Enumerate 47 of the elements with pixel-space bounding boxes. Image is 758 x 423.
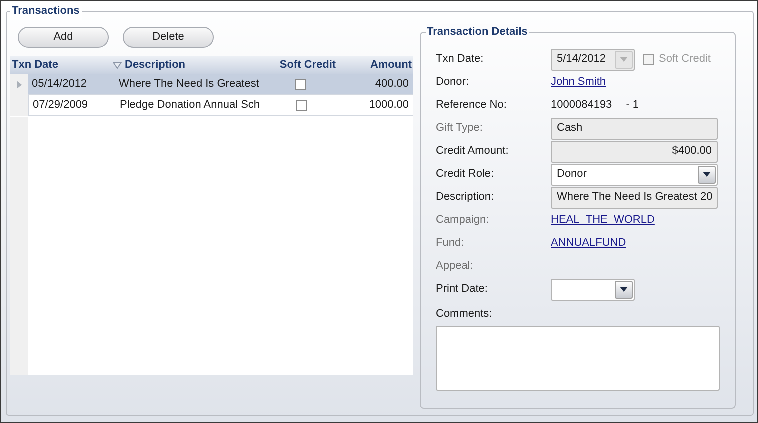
caret-icon [620,57,628,62]
comments-field[interactable] [436,326,720,390]
field-label: Appeal: [436,259,474,274]
field-label: Print Date: [436,282,489,298]
dropdown-field[interactable]: Donor [551,164,718,186]
table-cell-text: 07/29/2009 [32,98,90,113]
field-label: Donor: [436,75,470,90]
caret-icon [703,172,711,177]
row-indicator[interactable] [10,74,28,95]
column-header[interactable]: Amount [352,56,413,74]
soft-credit-checkbox[interactable] [295,78,306,90]
table-cell-text: Where The Need Is Greatest [119,76,260,92]
reference-number: 1000084193 [551,98,612,114]
field-label: Credit Role: [436,167,496,182]
field-label: Description: [436,190,496,206]
field-label: Reference No: [436,98,508,114]
table-row[interactable]: 05/14/2012 Where The Need Is Greatest 400.00 [28,74,413,95]
soft-credit-checkbox[interactable] [296,100,307,110]
field-label: Campaign: [436,213,490,228]
toolbar-button[interactable]: Add [18,27,109,48]
field-label: Gift Type: [436,121,484,136]
column-header[interactable]: Soft Credit [264,56,352,74]
dropdown-button[interactable] [615,280,633,298]
record-link[interactable]: ANNUALFUND [551,235,626,252]
toolbar-button[interactable]: Delete [123,27,214,48]
caret-icon [620,287,628,292]
table-cell-text: Pledge Donation Annual Sch [120,98,262,113]
field-label: Txn Date: [436,52,485,68]
dropdown-button[interactable] [698,166,716,184]
table-cell-text: 05/14/2012 [31,76,88,92]
table-row[interactable]: 07/29/2009 Pledge Donation Annual Sch 1000.00 [28,95,413,116]
reference-suffix: - 1 [626,98,640,114]
readonly-field: Where The Need Is Greatest 20 [551,186,718,208]
table-cell-text: 400.00 [374,76,410,92]
column-header[interactable]: Txn Date [10,56,113,74]
row-pointer-icon [16,80,22,88]
sort-icon [113,62,122,68]
column-header[interactable]: Description [113,56,264,74]
field-label: Fund: [436,236,466,252]
table-cell-text: 1000.00 [368,98,410,113]
readonly-field: Cash [551,118,718,140]
readonly-field: $400.00 [551,140,718,162]
record-link[interactable]: HEAL_THE_WORLD [551,212,655,229]
field-label: Comments: [436,307,494,322]
record-link[interactable]: John Smith [551,74,606,91]
field-label: Credit Amount: [436,144,510,160]
date-field[interactable] [551,278,635,300]
